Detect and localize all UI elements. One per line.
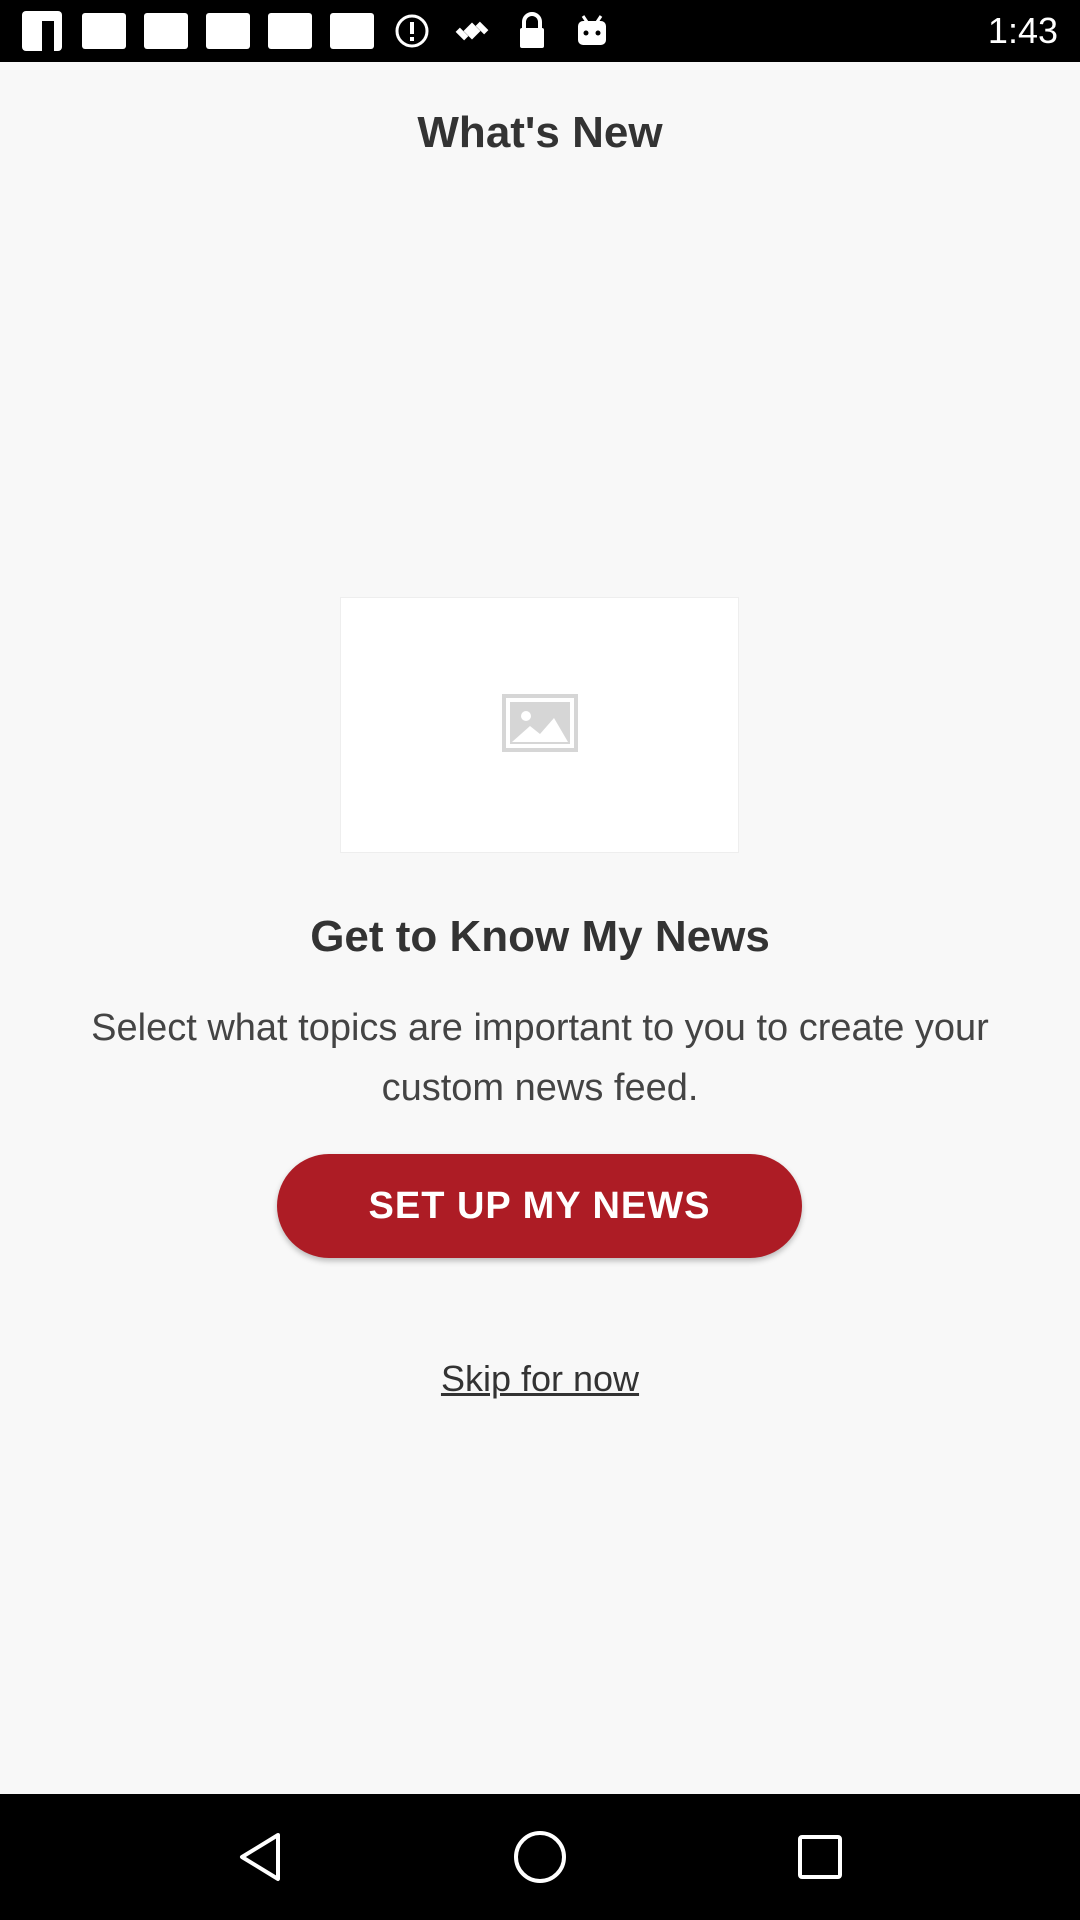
- notification-square-icon: [82, 13, 126, 49]
- headline: Get to Know My News: [310, 912, 770, 961]
- home-icon[interactable]: [500, 1817, 580, 1897]
- status-time: 1:43: [987, 10, 1058, 51]
- notification-square-icon: [144, 13, 188, 49]
- recents-icon[interactable]: [780, 1817, 860, 1897]
- back-icon[interactable]: [220, 1817, 300, 1897]
- lock-icon: [512, 11, 552, 51]
- hero-image: [340, 597, 739, 853]
- description-text: Select what topics are important to you …: [91, 1007, 989, 1109]
- notification-square-icon: [206, 13, 250, 49]
- facebook-icon: [22, 11, 62, 51]
- image-placeholder-icon: [501, 693, 578, 757]
- set-up-my-news-button[interactable]: SET UP MY NEWS: [277, 1154, 802, 1258]
- info-circle-icon: [392, 11, 432, 51]
- satellite-icon: [452, 11, 492, 51]
- page-title: What's New: [417, 108, 663, 157]
- skip-for-now-link[interactable]: Skip for now: [0, 1358, 1080, 1400]
- android-icon: [572, 11, 612, 51]
- status-icons: [22, 0, 632, 62]
- navigation-bar: [0, 1794, 1080, 1920]
- notification-square-icon: [330, 13, 374, 49]
- notification-square-icon: [268, 13, 312, 49]
- status-bar: 1:43: [0, 0, 1080, 62]
